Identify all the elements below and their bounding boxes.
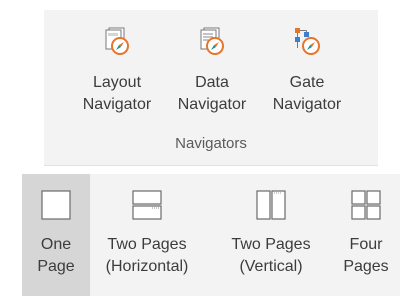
four-pages-icon	[351, 190, 381, 220]
layout-navigator-icon	[105, 27, 129, 55]
two-pages-horizontal-button[interactable]: Two Pages (Horizontal)	[90, 174, 204, 296]
four-pages-label-line2: Pages	[343, 258, 389, 275]
navigators-group: Layout Navigator Data Navigator Gate Nav…	[44, 10, 378, 166]
one-page-button[interactable]: One Page	[22, 174, 90, 296]
gate-navigator-label-line2: Navigator	[272, 96, 342, 113]
layout-navigator-label-line2: Navigator	[82, 96, 152, 113]
two-pages-vertical-button[interactable]: Two Pages (Vertical)	[214, 174, 328, 296]
data-navigator-label-line2: Navigator	[177, 96, 247, 113]
gate-navigator-label-line1: Gate	[289, 74, 325, 91]
one-page-label-line2: Page	[37, 258, 75, 275]
gate-navigator-button[interactable]: Gate Navigator	[262, 26, 352, 116]
two-pages-vertical-label-line2: (Vertical)	[239, 258, 303, 275]
four-pages-button[interactable]: Four Pages	[334, 174, 398, 296]
two-pages-vertical-icon	[256, 190, 286, 220]
layout-navigator-label-line1: Layout	[92, 74, 142, 91]
one-page-label-line1: One	[40, 236, 72, 253]
four-pages-label-line1: Four	[349, 236, 383, 253]
gate-navigator-icon	[295, 28, 320, 55]
two-pages-vertical-label-line1: Two Pages	[231, 236, 311, 253]
two-pages-horizontal-label-line2: (Horizontal)	[105, 258, 189, 275]
data-navigator-label-line1: Data	[195, 74, 229, 91]
data-navigator-button[interactable]: Data Navigator	[167, 26, 257, 116]
navigators-group-label: Navigators	[175, 135, 247, 152]
two-pages-horizontal-icon	[132, 190, 162, 220]
page-view-group: One Page Two Pages (Horizontal) Two Page…	[22, 174, 400, 296]
data-navigator-icon	[200, 27, 224, 55]
one-page-icon	[41, 190, 71, 220]
two-pages-horizontal-label-line1: Two Pages	[107, 236, 187, 253]
layout-navigator-button[interactable]: Layout Navigator	[72, 26, 162, 116]
